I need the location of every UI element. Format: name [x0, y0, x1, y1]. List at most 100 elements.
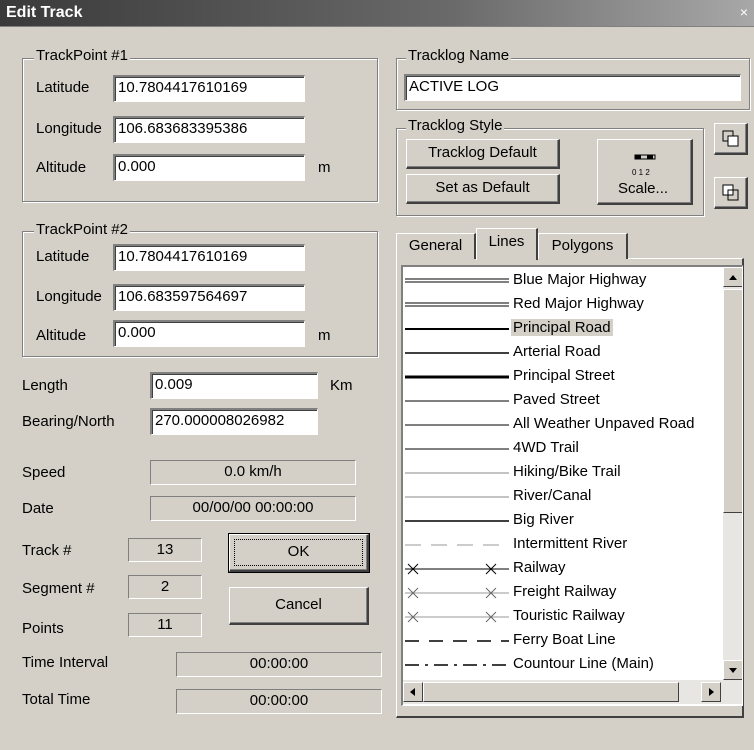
scroll-thumb[interactable]	[723, 289, 742, 513]
title-bar[interactable]: Edit Track ×	[0, 0, 754, 27]
line-style-label: Freight Railway	[513, 583, 617, 600]
tracklog-default-label: Tracklog Default	[428, 144, 537, 161]
line-style-swatch	[405, 520, 509, 522]
line-style-item[interactable]: Arterial Road	[405, 341, 725, 365]
line-style-item[interactable]: Principal Street	[405, 365, 725, 389]
line-style-swatch	[405, 400, 509, 402]
line-style-swatch	[405, 563, 509, 575]
line-style-item[interactable]: Railway	[405, 557, 725, 581]
points-label: Points	[22, 620, 64, 637]
scale-button[interactable]: 0 1 2 Scale...	[597, 139, 693, 205]
line-style-label: Arterial Road	[513, 343, 601, 360]
line-style-swatch	[405, 424, 509, 426]
arrow-left-icon	[410, 688, 415, 696]
bearing-field[interactable]: 270.000008026982	[150, 408, 318, 435]
line-style-item[interactable]: Big River	[405, 509, 725, 533]
line-style-swatch	[405, 328, 509, 330]
line-style-label: Red Major Highway	[513, 295, 644, 312]
line-style-item[interactable]: Countour Line (Main)	[405, 653, 725, 677]
tp2-longitude-field[interactable]: 106.683597564697	[113, 284, 305, 311]
line-style-item[interactable]: Ferry Boat Line	[405, 629, 725, 653]
bring-front-button[interactable]	[714, 123, 748, 155]
trackpoint1-legend: TrackPoint #1	[34, 47, 130, 64]
layer-down-icon	[722, 184, 740, 206]
tp2-latitude-label: Latitude	[36, 248, 90, 265]
interval-label: Time Interval	[22, 654, 109, 671]
line-style-swatch	[405, 302, 509, 307]
line-style-swatch	[405, 587, 509, 599]
tp1-latitude-field[interactable]: 10.7804417610169	[113, 75, 305, 102]
scroll-left-button[interactable]	[403, 682, 423, 702]
line-style-item[interactable]: Hiking/Bike Trail	[405, 461, 725, 485]
cancel-label: Cancel	[275, 596, 322, 613]
line-style-item[interactable]: 4WD Trail	[405, 437, 725, 461]
ok-button[interactable]: OK	[228, 533, 370, 573]
focus-rect	[234, 539, 363, 566]
track-label: Track #	[22, 542, 72, 559]
tp1-altitude-label: Altitude	[36, 159, 87, 176]
scale-ruler-icon	[634, 154, 656, 168]
tp2-longitude-label: Longitude	[36, 288, 102, 305]
scroll-down-button[interactable]	[723, 660, 742, 680]
line-style-item[interactable]: All Weather Unpaved Road	[405, 413, 725, 437]
tab-general[interactable]: General	[396, 233, 476, 259]
line-style-swatch	[405, 664, 509, 666]
line-rows: Blue Major Highway Red Major Highway Princ…	[405, 269, 723, 679]
line-style-item[interactable]: Blue Major Highway	[405, 269, 725, 293]
scale-icon-numbers: 0 1 2	[632, 168, 650, 177]
tab-polygons[interactable]: Polygons	[538, 233, 628, 259]
cancel-button[interactable]: Cancel	[229, 587, 369, 625]
line-style-swatch	[405, 278, 509, 283]
arrow-up-icon	[729, 275, 737, 280]
length-label: Length	[22, 377, 68, 394]
tp1-latitude-label: Latitude	[36, 79, 90, 96]
send-back-button[interactable]	[714, 177, 748, 209]
tracklog-name-field[interactable]: ACTIVE LOG	[404, 74, 741, 101]
tp2-altitude-unit: m	[318, 327, 331, 344]
scroll-up-button[interactable]	[723, 267, 742, 287]
tp1-longitude-field[interactable]: 106.683683395386	[113, 116, 305, 143]
line-style-label: Big River	[513, 511, 574, 528]
tracklog-name-legend: Tracklog Name	[406, 47, 512, 64]
line-style-item[interactable]: Touristic Railway	[405, 605, 725, 629]
vertical-scrollbar[interactable]	[723, 267, 742, 680]
line-style-item[interactable]: Red Major Highway	[405, 293, 725, 317]
line-style-item[interactable]: River/Canal	[405, 485, 725, 509]
line-style-label: Intermittent River	[513, 535, 628, 552]
horizontal-scrollbar[interactable]	[403, 680, 742, 704]
line-style-label: 4WD Trail	[513, 439, 579, 456]
total-time-value: 00:00:00	[176, 689, 382, 714]
trackpoint2-legend: TrackPoint #2	[34, 221, 130, 238]
line-style-item[interactable]: Principal Road	[405, 317, 725, 341]
line-style-swatch	[405, 352, 509, 354]
total-time-label: Total Time	[22, 691, 91, 708]
set-as-default-label: Set as Default	[435, 179, 530, 196]
line-style-item[interactable]: Freight Railway	[405, 581, 725, 605]
points-value: 11	[128, 613, 202, 637]
scale-label: Scale...	[618, 180, 669, 197]
arrow-down-icon	[729, 668, 737, 673]
tp1-altitude-field[interactable]: 0.000	[113, 154, 305, 181]
close-icon[interactable]: ×	[740, 4, 748, 20]
tp2-altitude-field[interactable]: 0.000	[113, 320, 305, 347]
set-as-default-button[interactable]: Set as Default	[406, 174, 560, 204]
track-value: 13	[128, 538, 202, 562]
tab-lines[interactable]: Lines	[476, 228, 538, 260]
line-style-swatch	[405, 611, 509, 623]
length-unit: Km	[330, 377, 353, 394]
line-style-item[interactable]: Paved Street	[405, 389, 725, 413]
line-style-item[interactable]: Intermittent River	[405, 533, 725, 557]
line-style-label: Touristic Railway	[513, 607, 625, 624]
length-field[interactable]: 0.009	[150, 372, 318, 399]
scroll-right-button[interactable]	[701, 682, 721, 702]
segment-value: 2	[128, 575, 202, 599]
date-value: 00/00/00 00:00:00	[150, 496, 356, 521]
line-style-label: Paved Street	[513, 391, 600, 408]
line-style-label: All Weather Unpaved Road	[513, 415, 695, 432]
tracklog-default-button[interactable]: Tracklog Default	[406, 139, 560, 169]
hscroll-thumb[interactable]	[423, 682, 679, 702]
tracklog-style-legend: Tracklog Style	[406, 117, 505, 134]
edit-track-dialog: Edit Track × TrackPoint #1 Latitude 10.7…	[0, 0, 754, 750]
tp2-latitude-field[interactable]: 10.7804417610169	[113, 244, 305, 271]
window-title: Edit Track	[6, 4, 83, 21]
